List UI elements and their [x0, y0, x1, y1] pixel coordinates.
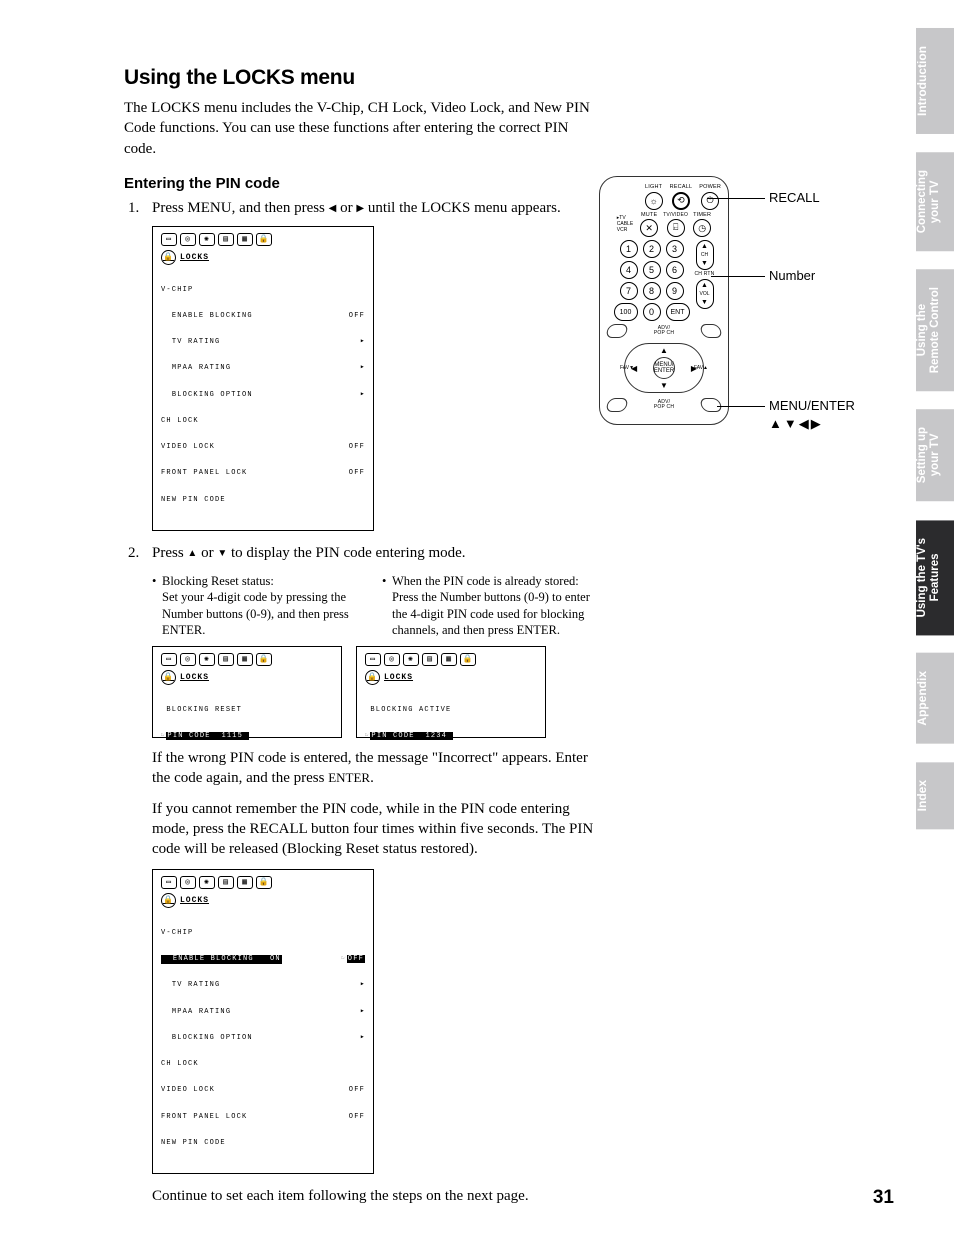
num-0: 0: [643, 303, 661, 321]
num-1: 1: [620, 240, 638, 258]
paragraph-incorrect: If the wrong PIN code is entered, the me…: [152, 748, 594, 789]
right-arrow-icon: ▶: [356, 203, 364, 214]
num-9: 9: [666, 282, 684, 300]
up-arrow-icon: ▲: [187, 548, 197, 559]
num-4: 4: [620, 261, 638, 279]
osd-locks-menu-2: ▭◎✺▤▦🔒 🔒LOCKS V-CHIP ENABLE BLOCKING ON☞…: [152, 869, 374, 1174]
num-8: 8: [643, 282, 661, 300]
ch-rocker: ▲CH▼: [696, 240, 714, 270]
osd-blocking-reset: ▭◎✺▤▦🔒 🔒LOCKS BLOCKING RESET ☞PIN CODE 1…: [152, 646, 342, 738]
osd-tab-icon: ▤: [218, 233, 234, 246]
num-3: 3: [666, 240, 684, 258]
osd-tab-icon: 🔒: [256, 233, 272, 246]
dpad: ▲ ◀ MENU/ ENTER ▶ ▼: [624, 343, 704, 393]
callout-recall: RECALL: [769, 190, 820, 205]
tab-connecting[interactable]: Connecting your TV: [916, 152, 954, 251]
num-100: 100: [614, 303, 638, 321]
num-6: 6: [666, 261, 684, 279]
tab-introduction[interactable]: Introduction: [916, 28, 954, 134]
vol-rocker: ▲VOL▼: [696, 279, 714, 309]
intro-paragraph: The LOCKS menu includes the V-Chip, CH L…: [124, 98, 594, 159]
step-1: Press MENU, and then press ◀ or ▶ until …: [124, 198, 594, 531]
tab-index[interactable]: Index: [916, 762, 954, 829]
osd-tab-icon: ◎: [180, 233, 196, 246]
section-tabs: Introduction Connecting your TV Using th…: [916, 28, 954, 829]
page-heading: Using the LOCKS menu: [124, 66, 594, 90]
osd-tab-icon: ▭: [161, 233, 177, 246]
bullet-pin-stored: When the PIN code is already stored: Pre…: [382, 573, 594, 638]
lock-icon: 🔒: [161, 250, 176, 265]
tab-remote-control[interactable]: Using the Remote Control: [916, 269, 954, 391]
step-2: Press ▲ or ▼ to display the PIN code ent…: [124, 543, 594, 563]
timer-button: ◷: [693, 219, 711, 237]
ent-button: ENT: [666, 303, 690, 321]
bullet-blocking-reset: Blocking Reset status: Set your 4-digit …: [152, 573, 364, 638]
subheading: Entering the PIN code: [124, 175, 594, 192]
paragraph-continue: Continue to set each item following the …: [152, 1186, 594, 1206]
light-button: ☼: [645, 192, 663, 210]
pop-btn-right: [699, 324, 723, 338]
paragraph-recall: If you cannot remember the PIN code, whi…: [152, 799, 594, 860]
callout-arrows: ▲▼◀▶: [769, 416, 823, 432]
menu-enter-button: MENU/ ENTER: [653, 357, 675, 379]
num-5: 5: [643, 261, 661, 279]
page-number: 31: [873, 1187, 894, 1209]
osd-locks-menu: ▭ ◎ ✺ ▤ ▦ 🔒 🔒LOCKS V-CHIP ENABLE BLOCKIN…: [152, 226, 374, 531]
callout-number: Number: [769, 268, 815, 283]
tab-features[interactable]: Using the TV's Features: [916, 520, 954, 635]
osd-tab-icon: ✺: [199, 233, 215, 246]
pop-btn-left: [605, 324, 629, 338]
mode-switch: ▸TV CABLE VCR: [617, 216, 633, 233]
remote-diagram: LIGHT☼ RECALL⟲ POWER⏻ ▸TV CABLE VCR MUTE…: [599, 176, 729, 425]
tab-setting-up[interactable]: Setting up your TV: [916, 409, 954, 501]
down-arrow-icon: ▼: [217, 548, 227, 559]
osd-blocking-active: ▭◎✺▤▦🔒 🔒LOCKS BLOCKING ACTIVE ☞PIN CODE …: [356, 646, 546, 738]
callout-menu-enter: MENU/ENTER: [769, 398, 855, 413]
tv-video-button: ⍇: [667, 219, 685, 237]
power-button: ⏻: [701, 192, 719, 210]
num-2: 2: [643, 240, 661, 258]
num-7: 7: [620, 282, 638, 300]
pop-btn-right-2: [699, 398, 723, 412]
mute-button: ✕: [640, 219, 658, 237]
osd-tab-icon: ▦: [237, 233, 253, 246]
pop-btn-left-2: [605, 398, 629, 412]
tab-appendix[interactable]: Appendix: [916, 653, 954, 744]
recall-button: ⟲: [672, 192, 690, 210]
